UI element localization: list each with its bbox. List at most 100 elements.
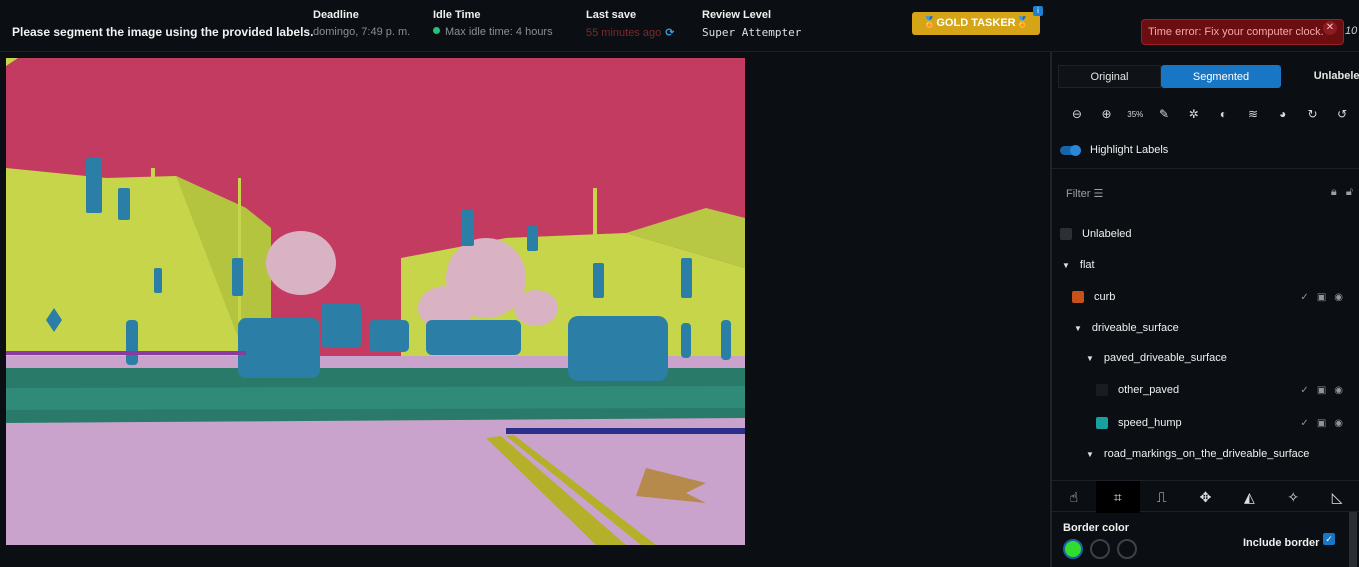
- top-bar: Please segment the image using the provi…: [0, 0, 1359, 52]
- unlock-icon[interactable]: 🔓︎: [1346, 186, 1353, 198]
- tree-label: other_paved: [1118, 384, 1180, 396]
- border-color-options: [1063, 539, 1144, 559]
- tree-label: speed_hump: [1118, 417, 1182, 429]
- check-icon[interactable]: ✓: [1300, 292, 1316, 303]
- time-error-alert: Time error: Fix your computer clock. ✕: [1141, 19, 1344, 45]
- polygon-select-icon[interactable]: ⌗: [1095, 481, 1140, 513]
- filter-icon: ☰: [1093, 188, 1104, 200]
- puzzle-icon[interactable]: ✥: [1184, 481, 1228, 513]
- lock-icon[interactable]: ▣: [1317, 385, 1334, 396]
- caret-down-icon[interactable]: ▼: [1062, 261, 1070, 270]
- idle-value: Max idle time: 4 hours: [445, 26, 553, 38]
- view-tabs: Original Segmented Unlabeled: [1058, 65, 1359, 88]
- segmented-street-image[interactable]: [6, 58, 745, 545]
- last-save-value: 55 minutes ago: [586, 27, 662, 39]
- zoom-out-icon[interactable]: ⊖: [1062, 107, 1092, 121]
- tree-label: flat: [1079, 259, 1095, 271]
- settings-icon[interactable]: ✲: [1179, 107, 1209, 121]
- scrollbar[interactable]: [1349, 512, 1357, 567]
- gold-tasker-button[interactable]: 🏅GOLD TASKER🏅: [912, 12, 1040, 35]
- check-icon[interactable]: ✓: [1300, 418, 1316, 429]
- deadline-block: Deadline domingo, 7:49 p. m.: [313, 9, 410, 38]
- tree-item-road-markings[interactable]: ▼ road_markings_on_the_driveable_surface: [1052, 444, 1359, 464]
- brush-icon[interactable]: ⎍: [1140, 481, 1184, 513]
- eyedropper-icon[interactable]: ✎: [1149, 107, 1179, 121]
- include-border-checkbox[interactable]: ✓: [1323, 533, 1335, 545]
- eye-icon[interactable]: ◉: [1334, 292, 1351, 303]
- filter-button[interactable]: Filter ☰: [1066, 187, 1103, 200]
- drawing-toolbar: ☝ ⌗ ⎍ ✥ ◭ ✧ ◺: [1052, 480, 1359, 513]
- color-option-green[interactable]: [1063, 539, 1083, 559]
- idle-status-dot: [433, 27, 440, 34]
- color-option-dark[interactable]: [1117, 539, 1137, 559]
- unlabeled-swatch: [1060, 228, 1072, 240]
- tree-label: road_markings_on_the_driveable_surface: [1103, 448, 1310, 460]
- error-text: Time error: Fix your computer clock.: [1148, 26, 1324, 38]
- separator: [1052, 168, 1359, 169]
- caret-down-icon[interactable]: ▼: [1074, 324, 1082, 333]
- tree-item-speed-hump[interactable]: speed_hump ✓▣◉: [1052, 413, 1359, 433]
- tab-segmented[interactable]: Segmented: [1161, 65, 1281, 88]
- speed-hump-swatch: [1096, 417, 1108, 429]
- row-actions: ✓▣◉: [1300, 292, 1351, 303]
- tree-label: Unlabeled: [1082, 228, 1132, 240]
- ruler-icon[interactable]: ◺: [1315, 481, 1359, 513]
- idle-label: Idle Time: [433, 9, 481, 21]
- info-badge-icon[interactable]: i: [1033, 6, 1043, 16]
- tree-item-flat[interactable]: ▼ flat: [1052, 255, 1359, 275]
- idle-block: Idle Time Max idle time: 4 hours: [433, 9, 553, 38]
- tree-item-driveable-surface[interactable]: ▼ driveable_surface: [1052, 318, 1359, 338]
- highlight-label: Highlight Labels: [1090, 144, 1169, 156]
- tree-label: curb: [1094, 291, 1116, 303]
- contrast-icon[interactable]: ◐: [1209, 107, 1239, 121]
- close-icon[interactable]: ✕: [1323, 21, 1337, 35]
- segmentation-canvas[interactable]: [6, 58, 745, 545]
- eye-icon[interactable]: ◉: [1334, 418, 1351, 429]
- refresh-icon[interactable]: ⟳: [665, 27, 674, 39]
- layers-icon[interactable]: ≋: [1238, 107, 1268, 121]
- tree-item-unlabeled[interactable]: Unlabeled: [1052, 224, 1359, 244]
- row-actions: ✓▣◉: [1300, 418, 1351, 429]
- check-icon[interactable]: ✓: [1300, 385, 1316, 396]
- redo-icon[interactable]: ↻: [1298, 107, 1328, 121]
- eye-icon[interactable]: ◉: [1334, 385, 1351, 396]
- border-color-label: Border color: [1063, 522, 1130, 534]
- highlight-labels-toggle[interactable]: Highlight Labels: [1060, 144, 1168, 156]
- curb-swatch: [1072, 291, 1084, 303]
- last-save-block: Last save 55 minutes ago ⟳: [586, 9, 674, 39]
- magic-wand-icon[interactable]: ✧: [1271, 481, 1315, 513]
- zoom-level: 35%: [1127, 109, 1144, 119]
- toggle-switch[interactable]: [1060, 144, 1081, 156]
- fill-bucket-icon[interactable]: ◭: [1227, 481, 1271, 513]
- right-panel: Original Segmented Unlabeled ⊖ ⊕ 35% ✎ ✲…: [1052, 52, 1359, 567]
- zoom-in-icon[interactable]: ⊕: [1092, 107, 1122, 121]
- lock-controls: 🔒︎ 🔓︎: [1331, 186, 1353, 199]
- row-actions: ✓▣◉: [1300, 385, 1351, 396]
- tree-item-paved-driveable-surface[interactable]: ▼ paved_driveable_surface: [1052, 348, 1359, 368]
- palette-icon[interactable]: ◕: [1268, 107, 1298, 121]
- review-block: Review Level Super Attempter: [702, 9, 801, 39]
- caret-down-icon[interactable]: ▼: [1086, 354, 1094, 363]
- filter-label: Filter: [1066, 188, 1091, 200]
- undo-icon[interactable]: ↺: [1327, 107, 1357, 121]
- color-option-dark[interactable]: [1090, 539, 1110, 559]
- tree-label: driveable_surface: [1091, 322, 1179, 334]
- tab-original[interactable]: Original: [1058, 65, 1161, 88]
- lock-icon[interactable]: ▣: [1317, 292, 1334, 303]
- review-label: Review Level: [702, 9, 772, 21]
- tree-item-curb[interactable]: curb ✓▣◉: [1052, 287, 1359, 307]
- tree-label: paved_driveable_surface: [1103, 352, 1227, 364]
- deadline-label: Deadline: [313, 9, 359, 21]
- hand-pan-icon[interactable]: ☝: [1052, 481, 1096, 513]
- include-border-label: Include border: [1243, 537, 1320, 549]
- tree-item-other-paved[interactable]: other_paved ✓▣◉: [1052, 380, 1359, 400]
- other-paved-swatch: [1096, 384, 1108, 396]
- last-save-label: Last save: [586, 9, 637, 21]
- lock-icon[interactable]: ▣: [1317, 418, 1334, 429]
- caret-down-icon[interactable]: ▼: [1086, 450, 1094, 459]
- lock-icon[interactable]: 🔒︎: [1331, 186, 1337, 198]
- review-value: Super Attempter: [702, 26, 802, 39]
- tab-unlabeled[interactable]: Unlabeled: [1281, 65, 1359, 88]
- deadline-value: domingo, 7:49 p. m.: [313, 26, 411, 38]
- task-instruction: Please segment the image using the provi…: [12, 25, 314, 39]
